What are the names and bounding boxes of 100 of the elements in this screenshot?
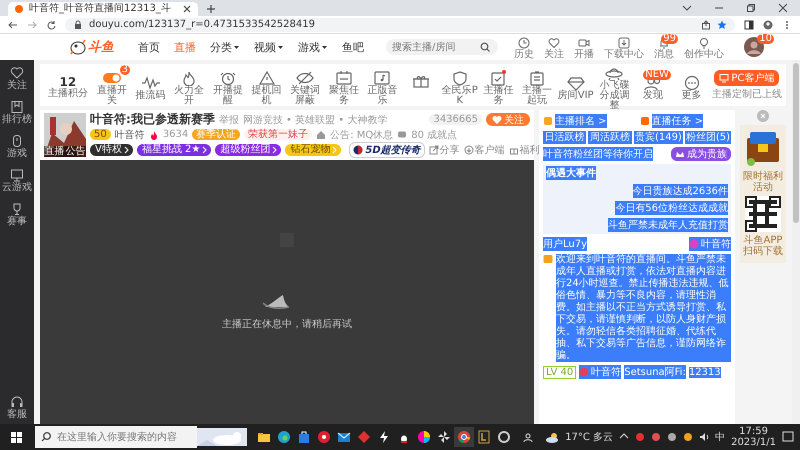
restore-icon[interactable] — [746, 3, 756, 13]
folder-icon[interactable] — [257, 430, 272, 444]
toolbar-button[interactable]: NEW 发现 — [634, 70, 672, 100]
chevron-icon — [271, 146, 278, 154]
caret-icon — [233, 44, 240, 50]
search-icon[interactable] — [480, 42, 490, 52]
reload-icon[interactable] — [46, 20, 56, 30]
nav-link[interactable]: 视频 — [254, 40, 284, 54]
cloud-sun-icon[interactable] — [545, 431, 560, 443]
speaker-icon[interactable] — [699, 432, 710, 442]
category-path: 网游竞技 • 英雄联盟 • 大神教学 — [242, 114, 388, 126]
header-action-button[interactable]: 下载中心 — [600, 34, 648, 60]
toolbar-button[interactable]: 正版音乐 — [364, 64, 401, 106]
input-method[interactable]: 中 — [715, 430, 726, 444]
tray-app-icon[interactable] — [635, 432, 646, 442]
profile-icon[interactable] — [763, 20, 773, 30]
header-link[interactable]: 客户端 — [464, 142, 505, 156]
url-text: douyu.com/123137_r=0.4731533542528419 — [89, 19, 316, 30]
welcome-message: 欢迎来到叶音符的直播间。斗鱼严禁未成年人直播或打赏，依法对直播内容进行24小时巡查。禁止传播违法违规、低俗色情、暴力等不良内容，请理性消费。如主播以不正当方式诱导打赏、私下交易，请谨慎判断，以防人身财产损失。请勿轻信各类招聘征婚、代练代抽、私下交易等广告信息，谨防网络诈骗。 — [556, 254, 731, 362]
toolbar-button[interactable]: 更多 — [673, 70, 710, 100]
rank-tab[interactable]: 日活跃榜 — [543, 131, 586, 144]
sidebar-item[interactable]: 游戏 — [7, 134, 27, 159]
game-launcher-icon[interactable] — [477, 430, 492, 444]
tag-pill[interactable]: V特权 — [90, 144, 133, 156]
store-bag-icon[interactable] — [297, 430, 312, 444]
chrome-browser-icon[interactable] — [457, 430, 472, 444]
rank-icon — [543, 116, 553, 126]
toolbar-button[interactable]: 全民乐PK — [441, 64, 478, 106]
header-action-button[interactable]: 创作中心 — [680, 34, 728, 60]
download-icon — [464, 144, 474, 154]
close-icon[interactable] — [182, 4, 192, 14]
mail-icon[interactable] — [337, 430, 352, 444]
home-icon — [316, 130, 326, 140]
score-value: 12 — [59, 76, 76, 89]
header-action-button[interactable]: 开播 — [570, 34, 598, 60]
address-field[interactable]: douyu.com/123137_r=0.4731533542528419 — [65, 18, 735, 32]
taskbar-search-field[interactable]: 在这里输入你要搜索的内容 — [57, 426, 198, 448]
share-icon[interactable] — [701, 20, 711, 30]
back-icon[interactable] — [8, 20, 18, 30]
sidebar-item[interactable]: 排行榜 — [2, 100, 32, 125]
rank-tab[interactable]: 贵宾(149) — [634, 131, 683, 144]
tray-app-icon[interactable] — [651, 432, 662, 442]
toolbar-button[interactable]: 提机回机 — [248, 64, 285, 106]
toolbar-button[interactable]: 推流码 — [132, 70, 169, 100]
noble-button[interactable]: 成为贵族 — [671, 147, 731, 161]
music-app-icon[interactable] — [317, 430, 332, 444]
diamond-icon — [566, 74, 586, 90]
game-ad-logo[interactable]: 5D超变传奇 — [349, 142, 425, 158]
diamond-app-icon[interactable] — [357, 430, 372, 444]
edge-browser-icon[interactable] — [277, 430, 292, 444]
header-action-button[interactable]: 历史 — [510, 34, 538, 60]
pinwheel-icon[interactable] — [437, 430, 452, 444]
bookmark-icon — [10, 100, 24, 114]
toolbar-button[interactable]: 聚焦任务 — [325, 64, 362, 106]
clock-time[interactable]: 17:59 — [739, 426, 768, 437]
sidebar-item[interactable]: 云游戏 — [2, 168, 32, 193]
rank-tab[interactable]: 周活跃榜 — [588, 131, 632, 144]
logo[interactable]: 斗鱼 — [88, 38, 114, 56]
close-icon[interactable] — [778, 3, 788, 13]
nav-link[interactable]: 首页 — [138, 40, 160, 54]
nav-link[interactable]: 鱼吧 — [342, 40, 364, 54]
people-icon[interactable] — [523, 432, 534, 442]
rank-tab[interactable]: 粉丝团(5) — [684, 131, 731, 144]
fish-mascot-icon — [70, 39, 86, 55]
side-panel-icon[interactable] — [744, 20, 754, 30]
toolbar-button[interactable]: 小飞碟分成调整 — [596, 60, 633, 110]
windows-start-icon[interactable] — [10, 430, 23, 444]
header-action-button[interactable]: 关注 — [540, 34, 568, 60]
toolbar-button[interactable]: 关键词屏蔽 — [286, 64, 324, 106]
weather-text[interactable]: 17°C 多云 — [565, 430, 614, 444]
sidebar-item[interactable]: 关注 — [7, 66, 27, 91]
new-tab-icon[interactable] — [206, 4, 216, 14]
chevron-down-icon[interactable] — [682, 3, 692, 13]
header-link[interactable]: 分享 — [428, 142, 460, 156]
tag-pill[interactable]: 钻石宠物 — [285, 144, 342, 156]
tag-pill[interactable]: 福星挑战 2★ — [136, 144, 212, 156]
toolbar-button[interactable]: 主播任务 — [480, 64, 517, 106]
sidebar-item[interactable]: 赛事 — [7, 202, 27, 227]
tray-app-icon[interactable] — [667, 432, 678, 442]
star-icon[interactable] — [717, 20, 727, 30]
nav-link[interactable]: 直播 — [174, 40, 196, 54]
clock-date[interactable]: 2023/1/1 — [731, 437, 776, 448]
toolbar-button[interactable]: 主播一起玩 — [518, 64, 556, 106]
header-action-button[interactable]: 消息 99 — [650, 34, 678, 60]
nav-link[interactable]: 游戏 — [298, 40, 328, 54]
header-link[interactable]: 福利 — [508, 142, 540, 156]
toolbar-button[interactable]: 房间VIP — [557, 70, 594, 100]
tag-pill[interactable]: 超级粉丝团 — [215, 144, 282, 156]
color-wheel-icon[interactable] — [417, 430, 432, 444]
tray-app-icon[interactable] — [683, 432, 694, 442]
nav-link[interactable]: 分类 — [210, 40, 240, 54]
scrollbar[interactable] — [793, 63, 799, 223]
search-icon[interactable] — [35, 426, 57, 448]
avatar-tab[interactable]: 直播 — [44, 146, 64, 157]
notification-icon[interactable] — [782, 431, 794, 443]
client-download-button[interactable]: PC客户端 — [714, 70, 780, 86]
sidebar-item[interactable]: 客服 — [7, 395, 27, 420]
toolbar-button[interactable]: 火力全开 — [170, 64, 208, 106]
toolbar-button[interactable]: 开播提醒 — [210, 64, 246, 106]
refresh-app-icon[interactable] — [497, 430, 512, 444]
